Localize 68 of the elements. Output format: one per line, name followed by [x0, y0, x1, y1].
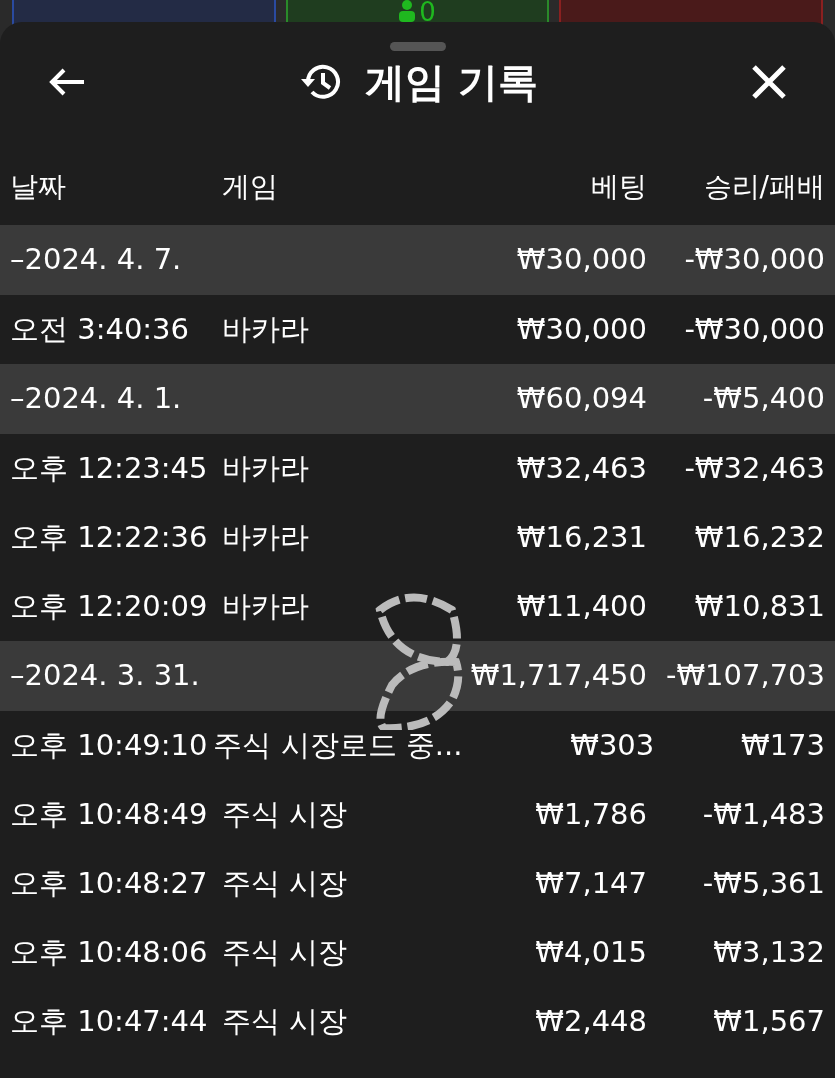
game-row[interactable]: 오후 10:48:27 주식 시장 ₩7,147 -₩5,361 — [0, 849, 835, 918]
date-group-row[interactable]: –2024. 4. 7. ₩30,000 -₩30,000 — [0, 225, 835, 295]
bet-cell-text: ₩32,463 — [516, 449, 647, 487]
date-cell-text: 오후 10:48:27 — [10, 864, 208, 902]
date-cell-text: 오후 12:20:09 — [10, 587, 208, 625]
sheet-title: 게임 기록 — [364, 58, 539, 107]
result-cell-text: -₩30,000 — [684, 241, 825, 279]
bet-cell-text: ₩7,147 — [535, 864, 647, 902]
bet-cell-text: ₩1,717,450 — [470, 657, 647, 695]
result-cell-text: -₩1,483 — [702, 795, 825, 833]
back-arrow-icon[interactable] — [48, 67, 86, 97]
date-cell-text: 오후 10:48:49 — [10, 795, 208, 833]
close-icon[interactable] — [751, 64, 787, 100]
result-cell-text: ₩16,232 — [694, 518, 825, 556]
game-row[interactable]: 오후 10:48:49 주식 시장 ₩1,786 -₩1,483 — [0, 780, 835, 849]
date-cell-text: –2024. 3. 31. — [10, 657, 200, 695]
drag-handle[interactable] — [389, 42, 446, 51]
date-cell-text: 오후 10:49:10 — [10, 726, 208, 764]
result-cell-text: ₩1,567 — [713, 1002, 825, 1040]
column-header: 베팅 — [591, 169, 647, 205]
bet-cell-text: ₩1,786 — [535, 795, 647, 833]
result-cell-text: ₩3,132 — [713, 933, 825, 971]
game-cell-text: 주식 시장 — [222, 933, 348, 971]
game-cell-text: 주식 시장 — [222, 864, 348, 902]
result-cell-text: -₩30,000 — [684, 310, 825, 348]
bet-cell-text: ₩16,231 — [516, 518, 647, 556]
history-icon — [298, 62, 341, 102]
game-cell-text: 바카라 — [222, 449, 309, 487]
column-header: 날짜 — [10, 169, 66, 205]
game-cell-text: 바카라 — [222, 518, 309, 556]
bet-cell-text: ₩2,448 — [535, 1002, 647, 1040]
column-header: 승리/패배 — [703, 169, 825, 205]
result-cell-text: -₩107,703 — [665, 657, 825, 695]
date-cell-text: 오후 10:48:06 — [10, 933, 208, 971]
person-icon — [399, 0, 416, 22]
game-cell-text: 주식 시장 — [222, 1002, 348, 1040]
date-group-row[interactable]: –2024. 4. 1. ₩60,094 -₩5,400 — [0, 364, 835, 434]
bet-cell-text: ₩4,015 — [535, 933, 647, 971]
date-cell-text: 오후 12:22:36 — [10, 518, 208, 556]
date-cell-text: 오후 12:23:45 — [10, 449, 208, 487]
bet-cell-text: ₩30,000 — [516, 241, 647, 279]
game-row[interactable]: 오후 10:47:44 주식 시장 ₩2,448 ₩1,567 — [0, 987, 835, 1056]
column-header: 게임 — [222, 169, 278, 205]
date-cell-text: –2024. 4. 7. — [10, 241, 182, 279]
game-cell-text: 주식 시장로드 중... — [213, 726, 463, 764]
game-row[interactable]: 오후 10:48:06 주식 시장 ₩4,015 ₩3,132 — [0, 918, 835, 987]
result-cell-text: -₩5,361 — [702, 864, 825, 902]
result-cell-text: -₩5,400 — [702, 380, 825, 418]
result-cell-text: ₩173 — [740, 726, 825, 764]
date-cell-text: –2024. 4. 1. — [10, 380, 182, 418]
game-cell-text: 바카라 — [222, 310, 309, 348]
bet-cell-text: ₩11,400 — [516, 587, 647, 625]
game-cell-text: 주식 시장 — [222, 795, 348, 833]
result-cell-text: ₩10,831 — [694, 587, 825, 625]
game-cell-text: 바카라 — [222, 587, 309, 625]
date-group-row[interactable]: –2024. 3. 31. ₩1,717,450 -₩107,703 — [0, 641, 835, 711]
bet-cell-text: ₩303 — [570, 726, 655, 764]
game-row[interactable]: 오후 12:22:36 바카라 ₩16,231 ₩16,232 — [0, 503, 835, 572]
player-count: 0 — [419, 0, 436, 24]
game-row[interactable]: 오후 10:49:10 주식 시장로드 중... ₩303 ₩173 — [0, 711, 835, 780]
game-row[interactable]: 오전 3:40:36 바카라 ₩30,000 -₩30,000 — [0, 295, 835, 364]
game-row[interactable]: 오후 12:23:45 바카라 ₩32,463 -₩32,463 — [0, 434, 835, 503]
date-cell-text: 오후 10:47:44 — [10, 1002, 208, 1040]
date-cell-text: 오전 3:40:36 — [10, 310, 189, 348]
game-row[interactable]: 오후 12:20:09 바카라 ₩11,400 ₩10,831 — [0, 572, 835, 641]
bet-cell-text: ₩60,094 — [516, 380, 647, 418]
bet-cell-text: ₩30,000 — [516, 310, 647, 348]
result-cell-text: -₩32,463 — [684, 449, 825, 487]
